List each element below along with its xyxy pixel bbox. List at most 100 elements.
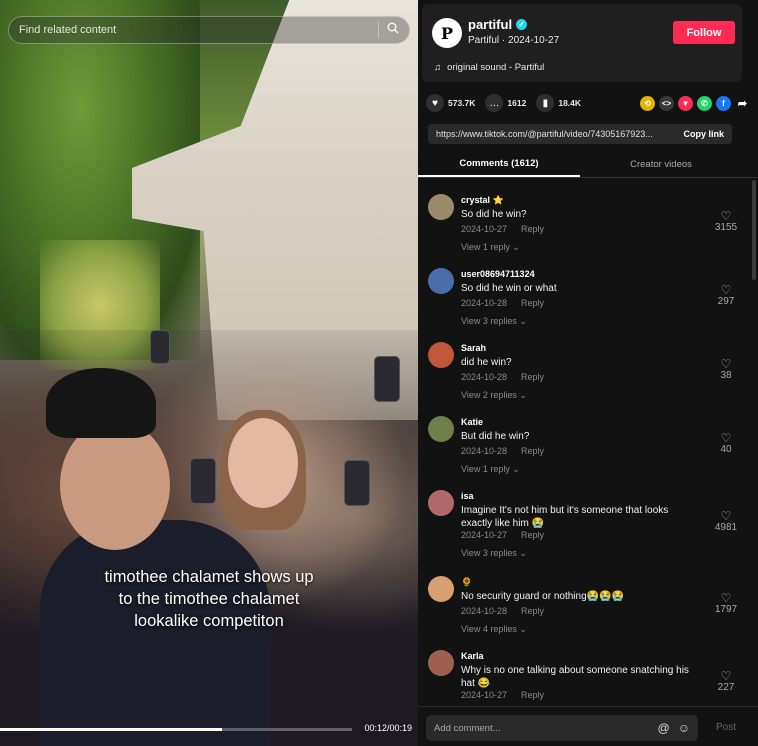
commenter-avatar[interactable] (428, 490, 454, 516)
video-scene-woman-face (228, 418, 298, 508)
view-replies-button[interactable]: View 3 replies ⌄ (461, 316, 527, 327)
comment-like-count: 297 (717, 296, 735, 307)
video-time: 00:12/00:19 (364, 723, 412, 733)
comment-text: did he win? (461, 357, 512, 368)
facebook-icon[interactable]: f (716, 95, 731, 111)
heart-outline-icon[interactable]: ♡ (710, 358, 742, 370)
comment-like[interactable]: ♡ 4981 (710, 510, 742, 533)
commenter-avatar[interactable] (428, 342, 454, 368)
commenter-avatar[interactable] (428, 268, 454, 294)
commenter-name[interactable]: crystal ⭐ (461, 195, 504, 206)
music-note-icon: ♫ (434, 62, 442, 73)
commenter-avatar[interactable] (428, 194, 454, 220)
video-scene-phone (344, 460, 370, 506)
reply-button[interactable]: Reply (521, 606, 544, 616)
comment-date: 2024-10-28 (461, 606, 508, 616)
find-related-search[interactable] (8, 16, 410, 44)
mention-icon[interactable]: @ (658, 721, 670, 735)
commenter-name[interactable]: Karla (461, 651, 484, 661)
commenter-name[interactable]: Katie (461, 417, 483, 427)
heart-outline-icon[interactable]: ♡ (710, 210, 742, 222)
reply-button[interactable]: Reply (521, 530, 544, 540)
commenter-name[interactable]: isa (461, 491, 474, 501)
comment-bubble-icon[interactable]: … (485, 94, 504, 112)
heart-icon[interactable]: ♥ (426, 94, 444, 112)
heart-outline-icon[interactable]: ♡ (710, 510, 742, 522)
comment-like[interactable]: ♡ 40 (710, 432, 742, 455)
view-replies-button[interactable]: View 1 reply ⌄ (461, 242, 520, 253)
music-label[interactable]: original sound - Partiful (447, 62, 544, 73)
search-input[interactable] (19, 24, 370, 36)
heart-outline-icon[interactable]: ♡ (710, 592, 742, 604)
copy-link-button[interactable]: Copy link (683, 129, 724, 139)
author-name[interactable]: partiful (468, 17, 512, 32)
commenter-name[interactable]: Sarah (461, 343, 486, 353)
video-progress-fill (0, 728, 222, 731)
comment-item: crystal ⭐ So did he win? 2024-10-27 Reply Vi… (418, 180, 750, 254)
music-row[interactable]: ♫ original sound - Partiful (434, 62, 544, 73)
tab-comments[interactable]: Comments (1612) (418, 152, 580, 177)
video-progress-bar[interactable] (0, 728, 352, 731)
bookmark-icon[interactable]: ▮ (536, 94, 555, 112)
comment-like-count: 227 (717, 682, 735, 693)
add-comment-input[interactable] (434, 722, 650, 734)
tiktok-video-page: timothee chalamet shows up to the timoth… (0, 0, 758, 746)
reply-button[interactable]: Reply (521, 372, 544, 382)
comment-item: isa Imagine It's not him but it's someone… (418, 476, 750, 558)
whatsapp-icon[interactable]: ✆ (697, 95, 712, 111)
video-caption: timothee chalamet shows up to the timoth… (0, 566, 418, 632)
emoji-icon[interactable]: ☺ (678, 721, 690, 735)
video-scene-man-face (60, 420, 170, 550)
embed-code-icon[interactable]: <> (659, 95, 674, 111)
follow-button[interactable]: Follow (673, 21, 735, 44)
share-icons: ⟲ <> ▼ ✆ f ➦ (640, 95, 750, 111)
view-replies-button[interactable]: View 3 replies ⌄ (461, 548, 527, 559)
video-scene-cap (46, 368, 156, 438)
reply-button[interactable]: Reply (521, 690, 544, 700)
comment-date: 2024-10-27 (461, 530, 508, 540)
view-replies-button[interactable]: View 1 reply ⌄ (461, 464, 520, 475)
send-to-friends-icon[interactable]: ▼ (678, 95, 693, 111)
comment-list: crystal ⭐ So did he win? 2024-10-27 Reply Vi… (418, 180, 750, 700)
share-arrow-icon[interactable]: ➦ (735, 96, 750, 111)
search-icon[interactable] (387, 21, 399, 39)
repost-icon[interactable]: ⟲ (640, 95, 655, 111)
comment-like[interactable]: ♡ 3155 (710, 210, 742, 233)
like-count: 573.7K (448, 98, 476, 108)
commenter-name[interactable]: user08694711324 (461, 269, 535, 279)
comment-date: 2024-10-28 (461, 298, 508, 308)
author-avatar[interactable]: P (432, 18, 462, 48)
commenter-name[interactable]: 🌻 (461, 577, 472, 588)
comment-like[interactable]: ♡ 227 (710, 670, 742, 693)
save-count: 18.4K (558, 98, 582, 108)
reply-button[interactable]: Reply (521, 298, 544, 308)
reply-button[interactable]: Reply (521, 224, 544, 234)
heart-outline-icon[interactable]: ♡ (710, 432, 742, 444)
comment-composer: @ ☺ Post (418, 706, 758, 746)
comment-like-count: 1797 (714, 604, 738, 615)
commenter-avatar[interactable] (428, 416, 454, 442)
commenter-avatar[interactable] (428, 650, 454, 676)
comment-like[interactable]: ♡ 297 (710, 284, 742, 307)
comment-like[interactable]: ♡ 1797 (710, 592, 742, 615)
view-replies-button[interactable]: View 2 replies ⌄ (461, 390, 527, 401)
reply-button[interactable]: Reply (521, 446, 544, 456)
heart-outline-icon[interactable]: ♡ (710, 284, 742, 296)
tab-creator-videos[interactable]: Creator videos (580, 152, 742, 177)
author-name-row[interactable]: partiful ✓ (468, 17, 528, 32)
heart-outline-icon[interactable]: ♡ (710, 670, 742, 682)
commenter-avatar[interactable] (428, 576, 454, 602)
comment-text: Imagine It's not him but it's someone th… (461, 505, 669, 529)
like-stat[interactable]: ♥ 573.7K (426, 94, 475, 112)
comment-meta: 2024-10-27 Reply (461, 530, 544, 540)
post-button[interactable]: Post (716, 722, 736, 733)
comment-like[interactable]: ♡ 38 (710, 358, 742, 381)
add-comment-box[interactable]: @ ☺ (426, 715, 698, 741)
video-url[interactable]: https://www.tiktok.com/@partiful/video/7… (436, 129, 683, 139)
view-replies-button[interactable]: View 4 replies ⌄ (461, 624, 527, 635)
video-player[interactable]: timothee chalamet shows up to the timoth… (0, 0, 418, 746)
comment-scrollbar[interactable] (752, 180, 756, 280)
save-stat[interactable]: ▮ 18.4K (536, 94, 581, 112)
comment-date: 2024-10-27 (461, 224, 508, 234)
comment-stat[interactable]: … 1612 (485, 94, 526, 112)
